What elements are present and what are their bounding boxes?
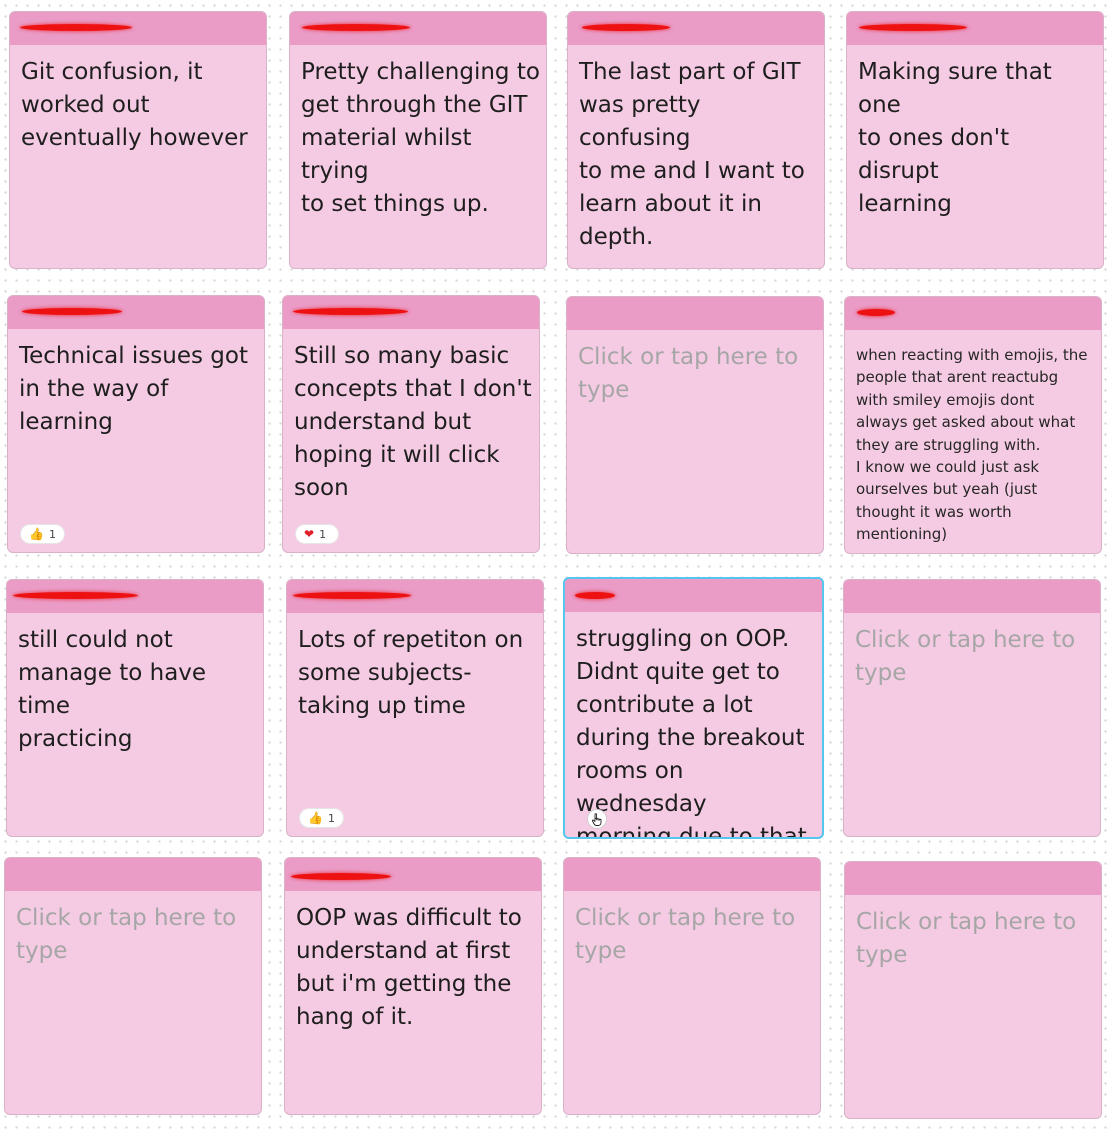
note-text[interactable]: still could not manage to have time prac… xyxy=(18,624,257,756)
reaction-badge[interactable]: 👍 1 xyxy=(20,524,65,544)
sticky-note[interactable]: Click or tap here to type xyxy=(566,296,824,554)
sticky-note[interactable]: when reacting with emojis, the people th… xyxy=(844,296,1102,554)
sticky-note[interactable]: Git confusion, it worked out eventually … xyxy=(9,11,267,269)
note-header xyxy=(10,12,266,45)
note-header xyxy=(290,12,546,45)
note-header xyxy=(7,580,263,613)
sticky-note[interactable]: Pretty challenging to get through the GI… xyxy=(289,11,547,269)
note-placeholder-text[interactable]: Click or tap here to type xyxy=(855,624,1094,690)
redacted-author-name xyxy=(293,308,408,315)
redacted-author-name xyxy=(859,24,967,31)
note-text[interactable]: Still so many basic concepts that I don'… xyxy=(294,340,533,505)
reaction-count: 1 xyxy=(327,811,335,825)
note-placeholder-text[interactable]: Click or tap here to type xyxy=(575,902,814,968)
note-header xyxy=(845,862,1101,895)
redacted-author-name xyxy=(20,24,132,31)
sticky-note[interactable]: Technical issues got in the way of learn… xyxy=(7,295,265,553)
note-header xyxy=(5,858,261,891)
note-header xyxy=(845,297,1101,330)
note-header xyxy=(568,12,824,45)
sticky-note[interactable]: Click or tap here to type xyxy=(563,857,821,1115)
redacted-author-name xyxy=(575,592,615,599)
sticky-note[interactable]: Lots of repetiton on some subjects- taki… xyxy=(286,579,544,837)
note-header xyxy=(564,858,820,891)
note-text[interactable]: Making sure that one to ones don't disru… xyxy=(858,56,1097,221)
reaction-badge[interactable]: ❤ 1 xyxy=(295,524,339,544)
reaction-badge[interactable]: 👍 1 xyxy=(299,808,344,828)
sticky-note[interactable]: still could not manage to have time prac… xyxy=(6,579,264,837)
sticky-note[interactable]: Click or tap here to type xyxy=(843,579,1101,837)
redacted-author-name xyxy=(291,873,391,880)
sticky-note[interactable]: The last part of GIT was pretty confusin… xyxy=(567,11,825,269)
note-header xyxy=(8,296,264,329)
redacted-author-name xyxy=(22,308,122,315)
thumbs-up-emoji-icon: 👍 xyxy=(29,527,44,541)
redacted-author-name xyxy=(582,24,670,31)
redacted-author-name xyxy=(13,592,138,599)
redacted-author-name xyxy=(293,592,411,599)
sticky-note[interactable]: Still so many basic concepts that I don'… xyxy=(282,295,540,553)
note-placeholder-text[interactable]: Click or tap here to type xyxy=(578,341,817,407)
add-reaction-icon[interactable] xyxy=(587,809,607,829)
note-placeholder-text[interactable]: Click or tap here to type xyxy=(856,906,1095,972)
note-text[interactable]: Git confusion, it worked out eventually … xyxy=(21,56,260,155)
reaction-count: 1 xyxy=(48,527,56,541)
note-header xyxy=(567,297,823,330)
note-header xyxy=(844,580,1100,613)
note-header xyxy=(847,12,1103,45)
sticky-note[interactable]: Click or tap here to type xyxy=(844,861,1102,1119)
note-text[interactable]: struggling on OOP. Didnt quite get to co… xyxy=(576,623,816,837)
sticky-note[interactable]: Making sure that one to ones don't disru… xyxy=(846,11,1104,269)
note-text[interactable]: when reacting with emojis, the people th… xyxy=(856,344,1095,546)
thumbs-up-emoji-icon: 👍 xyxy=(308,811,323,825)
hand-pointer-icon xyxy=(591,812,602,826)
note-header xyxy=(285,858,541,891)
redacted-author-name xyxy=(857,309,895,316)
note-text[interactable]: OOP was difficult to understand at first… xyxy=(296,902,535,1034)
note-text[interactable]: Pretty challenging to get through the GI… xyxy=(301,56,540,221)
note-text[interactable]: Technical issues got in the way of learn… xyxy=(19,340,258,439)
note-text[interactable]: The last part of GIT was pretty confusin… xyxy=(579,56,818,254)
note-header xyxy=(287,580,543,613)
note-header xyxy=(283,296,539,329)
heart-emoji-icon: ❤ xyxy=(304,527,315,541)
sticky-note[interactable]: OOP was difficult to understand at first… xyxy=(284,857,542,1115)
sticky-note[interactable]: Click or tap here to type xyxy=(4,857,262,1115)
note-text[interactable]: Lots of repetiton on some subjects- taki… xyxy=(298,624,537,723)
sticky-note-selected[interactable]: struggling on OOP. Didnt quite get to co… xyxy=(563,577,824,839)
note-placeholder-text[interactable]: Click or tap here to type xyxy=(16,902,255,968)
note-header xyxy=(565,579,822,612)
redacted-author-name xyxy=(302,24,410,31)
reaction-count: 1 xyxy=(319,527,327,541)
